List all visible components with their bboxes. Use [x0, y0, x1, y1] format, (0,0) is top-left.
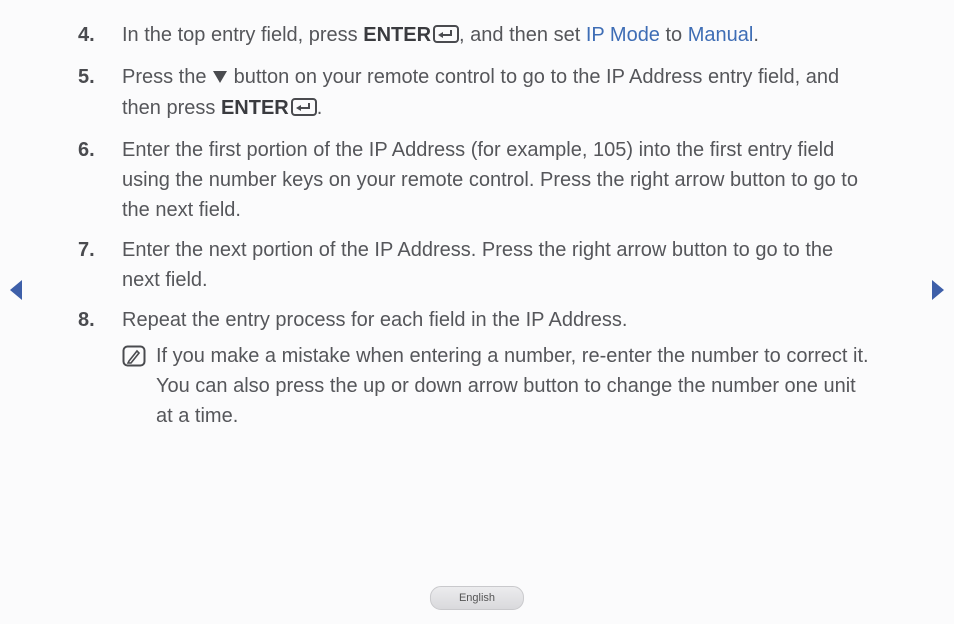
step-item: 8.Repeat the entry process for each fiel…	[78, 305, 876, 431]
step-item: 6.Enter the first portion of the IP Addr…	[78, 135, 876, 225]
step-number: 7.	[78, 235, 122, 295]
down-arrow-icon	[212, 63, 228, 93]
note-text: If you make a mistake when entering a nu…	[156, 341, 876, 431]
nav-next-button[interactable]	[928, 278, 946, 311]
language-label: English	[459, 592, 495, 604]
nav-prev-button[interactable]	[8, 278, 26, 311]
step-number: 8.	[78, 305, 122, 431]
step-item: 7.Enter the next portion of the IP Addre…	[78, 235, 876, 295]
step-body: Press the button on your remote control …	[122, 62, 876, 125]
text-run: Press the	[122, 66, 212, 88]
step-item: 4.In the top entry field, press ENTER , a…	[78, 20, 876, 52]
step-number: 6.	[78, 135, 122, 225]
step-number: 4.	[78, 20, 122, 52]
note-icon	[122, 345, 146, 376]
step-body: In the top entry field, press ENTER , and…	[122, 20, 876, 52]
language-badge: English	[430, 586, 524, 611]
text-run: Enter the next portion of the IP Address…	[122, 239, 833, 291]
note-row: If you make a mistake when entering a nu…	[122, 341, 876, 431]
enter-icon	[433, 22, 459, 52]
text-run: Enter the first portion of the IP Addres…	[122, 139, 858, 221]
step-list: 4.In the top entry field, press ENTER , a…	[78, 20, 876, 431]
text-run: In the top entry field, press	[122, 24, 363, 46]
bold-text: ENTER	[363, 24, 431, 46]
text-run: Repeat the entry process for each field …	[122, 309, 627, 331]
step-item: 5.Press the button on your remote contro…	[78, 62, 876, 125]
enter-icon	[291, 95, 317, 125]
instruction-page: 4.In the top entry field, press ENTER , a…	[0, 0, 954, 431]
text-run: to	[660, 24, 688, 46]
link-text: IP Mode	[586, 24, 660, 46]
step-body: Enter the next portion of the IP Address…	[122, 235, 876, 295]
step-number: 5.	[78, 62, 122, 125]
text-run: .	[753, 24, 759, 46]
text-run: , and then set	[459, 24, 586, 46]
link-text: Manual	[688, 24, 754, 46]
step-body: Enter the first portion of the IP Addres…	[122, 135, 876, 225]
bold-text: ENTER	[221, 97, 289, 119]
text-run: .	[317, 97, 323, 119]
step-body: Repeat the entry process for each field …	[122, 305, 876, 431]
